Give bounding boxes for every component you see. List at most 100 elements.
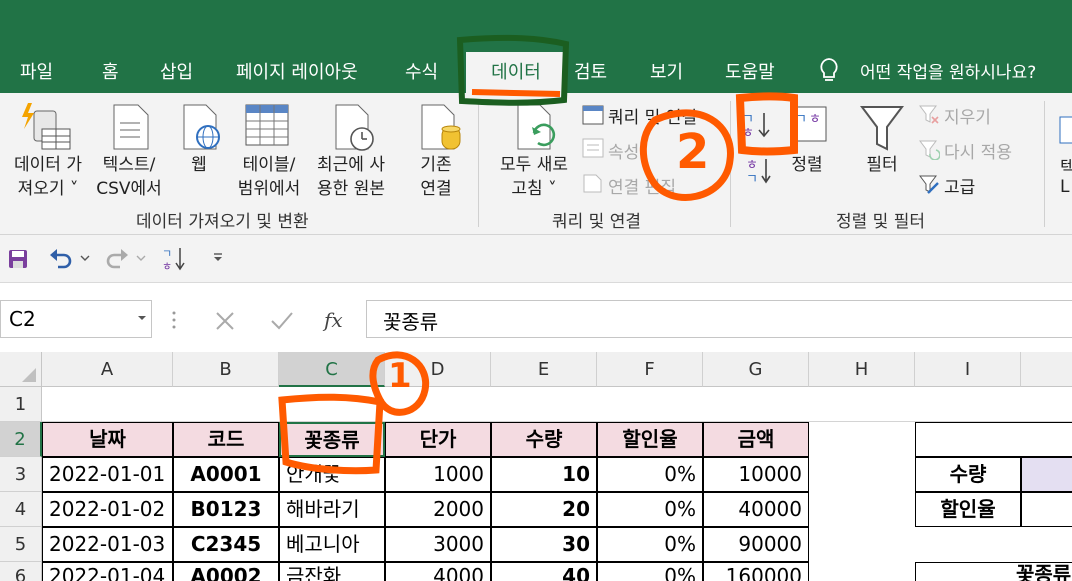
tab-home[interactable]: 홈 — [102, 58, 119, 84]
table-cell[interactable]: 0% — [597, 527, 703, 562]
name-box-value: C2 — [9, 307, 36, 331]
refresh-all-button[interactable]: 모두 새로 고침 ˅ — [490, 153, 578, 201]
column-header-i[interactable]: I — [915, 352, 1021, 387]
redo-dropdown-icon[interactable] — [136, 255, 146, 263]
undo-dropdown-icon[interactable] — [80, 255, 90, 263]
column-header-b[interactable]: B — [173, 352, 279, 387]
table-cell[interactable]: 0% — [597, 457, 703, 492]
tab-view[interactable]: 보기 — [650, 58, 683, 84]
criteria-label-discount[interactable]: 할인율 — [915, 492, 1021, 527]
get-data-button[interactable]: 데이터 가 져오기 ˅ — [6, 153, 90, 201]
table-cell[interactable]: 베고니아 — [279, 527, 385, 562]
table-cell[interactable]: 30 — [491, 527, 597, 562]
header-unit-price[interactable]: 단가 — [385, 422, 491, 457]
table-cell[interactable]: 2000 — [385, 492, 491, 527]
column-header-e[interactable]: E — [491, 352, 597, 387]
undo-icon[interactable] — [48, 247, 74, 271]
tab-review[interactable]: 검토 — [574, 58, 607, 84]
recent-sources-button[interactable]: 최근에 사 용한 원본 — [308, 153, 394, 201]
column-header-c[interactable]: C — [279, 352, 385, 387]
text-csv-button[interactable]: 텍스트/CSV에서 — [92, 153, 166, 201]
advanced-filter-button[interactable]: 고급 — [944, 173, 975, 198]
redo-icon[interactable] — [104, 247, 130, 271]
tab-page-layout[interactable]: 페이지 레이아웃 — [236, 58, 358, 84]
customize-qat-icon[interactable] — [212, 253, 224, 263]
table-cell[interactable]: 2022-01-03 — [42, 527, 173, 562]
column-header-h[interactable]: H — [809, 352, 915, 387]
row-header-1[interactable]: 1 — [0, 387, 42, 422]
properties-button[interactable]: 속성 — [608, 138, 639, 163]
tell-me-search[interactable]: 어떤 작업을 원하시나요? — [860, 58, 1036, 83]
table-range-button[interactable]: 테이블/범위에서 — [232, 153, 306, 201]
web-button[interactable]: 웹 — [184, 153, 214, 177]
table-cell[interactable]: 10 — [491, 457, 597, 492]
table-cell[interactable]: 안개꽃 — [279, 457, 385, 492]
insert-function-icon[interactable]: fx — [322, 307, 348, 333]
criteria-value-discount[interactable] — [1021, 492, 1072, 527]
filter-button[interactable]: 필터 — [860, 153, 904, 177]
save-icon[interactable] — [8, 249, 28, 269]
table-cell[interactable]: 10000 — [703, 457, 809, 492]
row-header-2[interactable]: 2 — [0, 422, 42, 457]
row-header-5[interactable]: 5 — [0, 527, 42, 562]
existing-connections-button[interactable]: 기존 연결 — [412, 153, 460, 201]
table-cell[interactable]: 2022-01-02 — [42, 492, 173, 527]
table-cell[interactable]: B0123 — [173, 492, 279, 527]
enter-icon[interactable] — [270, 311, 294, 331]
table-cell[interactable]: 0% — [597, 562, 703, 581]
text-csv-icon — [113, 104, 149, 150]
row-1-cells[interactable] — [42, 387, 1072, 422]
criteria-label-quantity[interactable]: 수량 — [915, 457, 1021, 492]
column-header-a[interactable]: A — [42, 352, 173, 387]
svg-text:ㅎ: ㅎ — [742, 126, 754, 141]
clear-filter-button[interactable]: 지우기 — [944, 103, 991, 128]
table-cell[interactable]: 40000 — [703, 492, 809, 527]
table-cell[interactable]: 1000 — [385, 457, 491, 492]
table-cell[interactable]: 3000 — [385, 527, 491, 562]
column-header-j[interactable] — [1021, 352, 1072, 387]
table-cell[interactable]: A0001 — [173, 457, 279, 492]
tab-formulas[interactable]: 수식 — [405, 58, 438, 84]
edit-links-button[interactable]: 연결 편집 — [608, 173, 676, 198]
svg-text:ㅎ: ㅎ — [809, 112, 821, 127]
table-cell[interactable]: 금잔화 — [279, 562, 385, 581]
header-discount[interactable]: 할인율 — [597, 422, 703, 457]
table-cell[interactable]: 90000 — [703, 527, 809, 562]
header-quantity[interactable]: 수량 — [491, 422, 597, 457]
table-cell[interactable]: 해바라기 — [279, 492, 385, 527]
table-cell[interactable]: 160000 — [703, 562, 809, 581]
tab-data[interactable]: 데이터 — [466, 52, 566, 93]
table-cell[interactable]: 20 — [491, 492, 597, 527]
row-header-6[interactable]: 6 — [0, 562, 42, 581]
table-cell[interactable]: 2022-01-01 — [42, 457, 173, 492]
table-cell[interactable]: 40 — [491, 562, 597, 581]
tab-help[interactable]: 도움말 — [725, 58, 775, 84]
header-amount[interactable]: 금액 — [703, 422, 809, 457]
criteria-box-top[interactable] — [915, 422, 1072, 457]
table-cell[interactable]: C2345 — [173, 527, 279, 562]
header-date[interactable]: 날짜 — [42, 422, 173, 457]
row-header-4[interactable]: 4 — [0, 492, 42, 527]
header-flower-type[interactable]: 꽃종류 — [279, 422, 385, 457]
criteria-value-quantity[interactable] — [1021, 457, 1072, 492]
table-cell[interactable]: 0% — [597, 492, 703, 527]
table-cell[interactable]: A0002 — [173, 562, 279, 581]
criteria-label-flower-type[interactable]: 꽃종류 — [915, 562, 1072, 581]
tab-file[interactable]: 파일 — [20, 58, 53, 84]
table-cell[interactable]: 2022-01-04 — [42, 562, 173, 581]
cancel-icon[interactable] — [214, 311, 236, 331]
table-cell[interactable]: 4000 — [385, 562, 491, 581]
name-box[interactable]: C2 — [0, 300, 152, 338]
tab-insert[interactable]: 삽입 — [160, 58, 193, 84]
name-box-dropdown-icon[interactable] — [137, 315, 147, 323]
column-header-f[interactable]: F — [597, 352, 703, 387]
sort-button[interactable]: 정렬 — [786, 153, 828, 177]
header-code[interactable]: 코드 — [173, 422, 279, 457]
group-separator — [478, 101, 479, 227]
formula-input[interactable]: 꽃종류 — [366, 300, 1072, 338]
qat-sort-icon[interactable]: ㄱ ㅎ — [160, 245, 188, 273]
row-header-3[interactable]: 3 — [0, 457, 42, 492]
reapply-button[interactable]: 다시 적용 — [944, 138, 1012, 163]
select-all-button[interactable] — [0, 352, 42, 387]
column-header-g[interactable]: G — [703, 352, 809, 387]
